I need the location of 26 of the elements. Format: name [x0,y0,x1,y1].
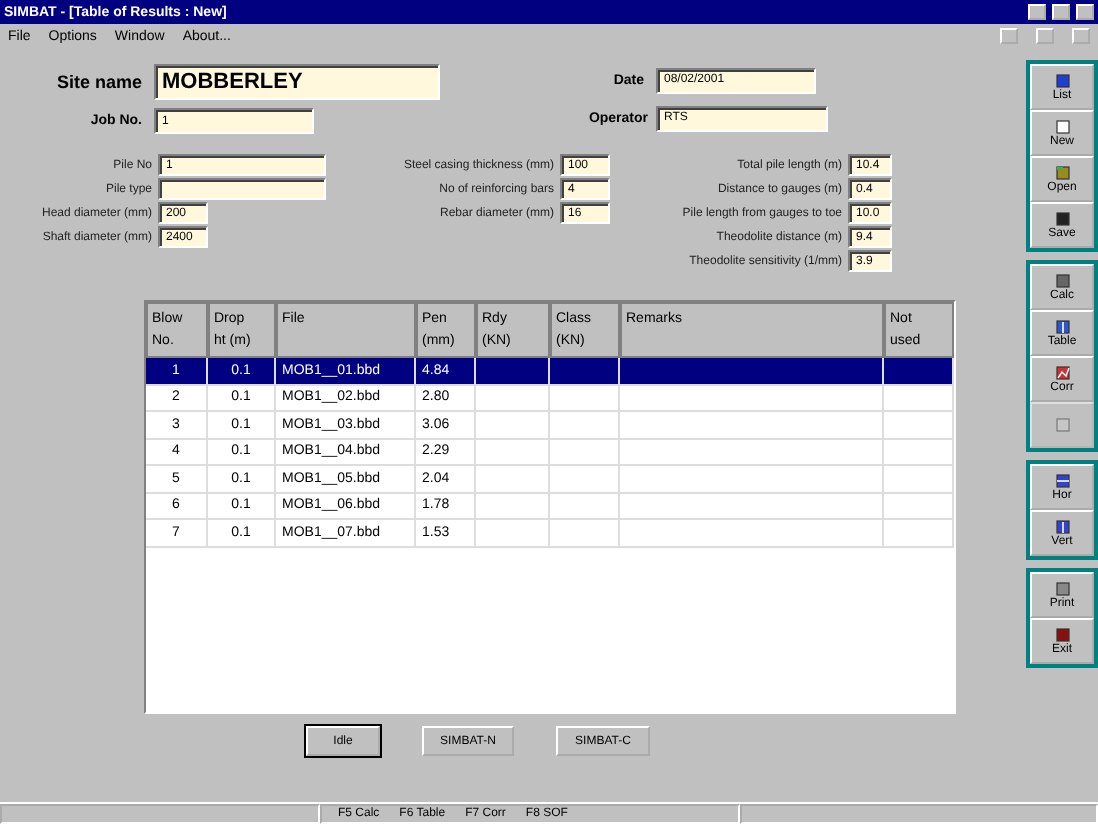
table-cell [476,466,550,493]
table-cell [550,385,620,412]
chart-icon [1055,365,1069,379]
restore-button[interactable] [1036,28,1054,44]
table-cell [476,358,550,385]
parameter-field[interactable] [158,178,326,200]
table-icon [1055,319,1069,333]
table-cell [550,412,620,439]
maximize-button[interactable] [1052,4,1070,20]
vertical-layout-icon [1055,519,1069,533]
table-cell [550,358,620,385]
table-cell [476,385,550,412]
table-cell [550,439,620,466]
table-cell [550,520,620,547]
site-name-field[interactable]: MOBBERLEY [154,64,440,100]
folder-icon [1055,165,1069,179]
blank-icon [1055,418,1069,432]
table-cell [476,412,550,439]
horizontal-layout-icon [1055,473,1069,487]
field-label: Site name [54,72,142,92]
table-cell [476,493,550,520]
table-cell [476,439,550,466]
table-cell [884,358,954,385]
table-cell [476,520,550,547]
table-cell [550,466,620,493]
table-cell [550,493,620,520]
